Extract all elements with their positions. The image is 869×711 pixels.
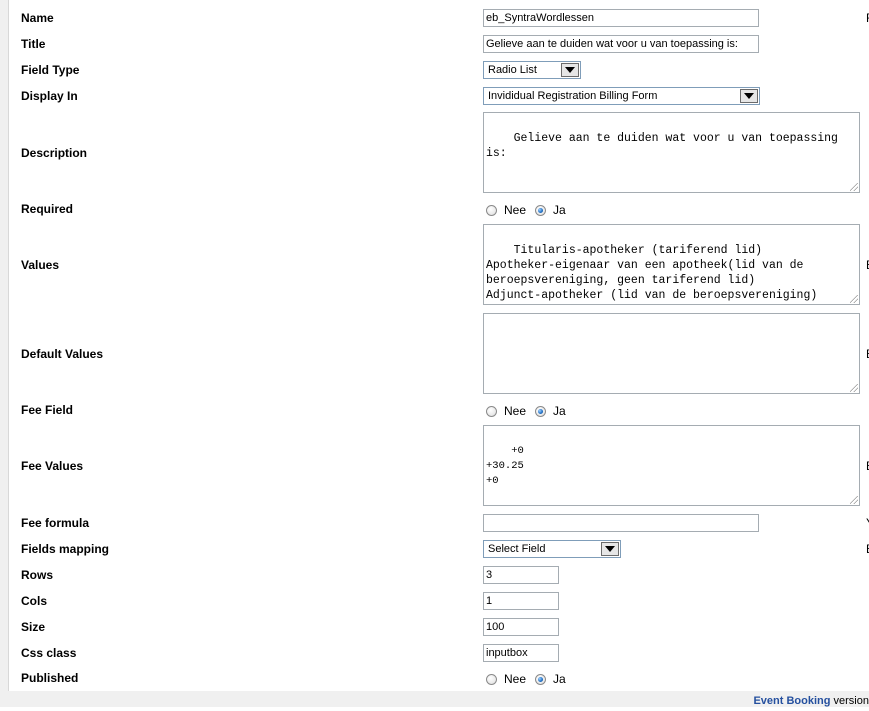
row-published: Published Nee Ja <box>18 670 869 688</box>
row-fee-field: Fee Field Nee Ja <box>18 402 869 420</box>
row-required: Required Nee Ja <box>18 201 869 219</box>
chevron-down-icon <box>561 63 579 77</box>
row-field-type: Field Type Radio List <box>18 61 869 79</box>
row-description: Description Gelieve aan te duiden wat vo… <box>18 112 869 193</box>
left-border <box>0 0 9 707</box>
display-in-select[interactable]: Invididual Registration Billing Form <box>483 87 760 105</box>
row-cols: Cols <box>18 592 869 610</box>
row-default-values: Default Values <box>18 313 869 394</box>
display-in-label: Display In <box>21 89 78 103</box>
row-fee-values: Fee Values +0 +30.25 +0 <box>18 425 869 506</box>
description-label: Description <box>21 146 88 160</box>
published-yes-radio[interactable] <box>535 673 547 685</box>
resize-grip-icon[interactable] <box>850 295 858 303</box>
chevron-down-icon <box>601 542 619 556</box>
rows-input[interactable] <box>483 566 559 584</box>
field-type-label: Field Type <box>21 63 80 77</box>
footer: Event Booking version <box>8 691 869 707</box>
field-type-value: Radio List <box>488 64 537 76</box>
row-rows: Rows <box>18 566 869 584</box>
row-values: Values Titularis-apotheker (tariferend l… <box>18 224 869 305</box>
rows-label: Rows <box>21 568 54 582</box>
published-radio-group: Nee Ja <box>486 672 575 686</box>
fee-field-yes-radio[interactable] <box>535 405 547 417</box>
required-no-label[interactable]: Nee <box>504 203 526 217</box>
title-label: Title <box>21 37 46 51</box>
default-values-textarea[interactable] <box>483 313 860 394</box>
description-text: Gelieve aan te duiden wat voor u van toe… <box>486 132 845 160</box>
fee-field-label: Fee Field <box>21 403 74 417</box>
cols-label: Cols <box>21 594 48 608</box>
fields-mapping-select[interactable]: Select Field <box>483 540 621 558</box>
resize-grip-icon[interactable] <box>850 496 858 504</box>
field-type-select[interactable]: Radio List <box>483 61 581 79</box>
fee-field-no-label[interactable]: Nee <box>504 404 526 418</box>
resize-grip-icon[interactable] <box>850 384 858 392</box>
fee-field-yes-label[interactable]: Ja <box>553 404 566 418</box>
required-yes-radio[interactable] <box>535 204 547 216</box>
default-values-label: Default Values <box>21 347 104 361</box>
values-label: Values <box>21 258 60 272</box>
row-display-in: Display In Invididual Registration Billi… <box>18 87 869 105</box>
description-textarea[interactable]: Gelieve aan te duiden wat voor u van toe… <box>483 112 860 193</box>
row-css-class: Css class <box>18 644 869 662</box>
resize-grip-icon[interactable] <box>850 183 858 191</box>
fee-values-label: Fee Values <box>21 459 84 473</box>
fee-values-text: +0 +30.25 +0 <box>486 445 524 487</box>
title-input[interactable] <box>483 35 759 53</box>
fee-field-radio-group: Nee Ja <box>486 404 575 418</box>
cols-input[interactable] <box>483 592 559 610</box>
css-class-input[interactable] <box>483 644 559 662</box>
published-no-label[interactable]: Nee <box>504 672 526 686</box>
values-text: Titularis-apotheker (tariferend lid) Apo… <box>486 244 818 302</box>
required-no-radio[interactable] <box>486 204 497 216</box>
fields-mapping-value: Select Field <box>488 543 546 555</box>
fee-field-no-radio[interactable] <box>486 405 497 417</box>
published-no-radio[interactable] <box>486 673 497 685</box>
css-class-label: Css class <box>21 646 77 660</box>
fee-values-textarea[interactable]: +0 +30.25 +0 <box>483 425 860 506</box>
fields-mapping-label: Fields mapping <box>21 542 110 556</box>
name-label: Name <box>21 11 54 25</box>
row-size: Size <box>18 618 869 636</box>
published-label: Published <box>21 671 79 685</box>
size-label: Size <box>21 620 46 634</box>
fee-formula-input[interactable] <box>483 514 759 532</box>
footer-version-text: version <box>830 695 869 707</box>
row-fields-mapping: Fields mapping Select Field <box>18 540 869 558</box>
chevron-down-icon <box>740 89 758 103</box>
published-yes-label[interactable]: Ja <box>553 672 566 686</box>
row-fee-formula: Fee formula <box>18 514 869 532</box>
size-input[interactable] <box>483 618 559 636</box>
fee-formula-label: Fee formula <box>21 516 90 530</box>
name-input[interactable] <box>483 9 759 27</box>
row-title: Title <box>18 35 869 53</box>
required-label: Required <box>21 202 74 216</box>
required-yes-label[interactable]: Ja <box>553 203 566 217</box>
required-radio-group: Nee Ja <box>486 203 575 217</box>
footer-brand-link[interactable]: Event Booking <box>753 695 830 707</box>
display-in-value: Invididual Registration Billing Form <box>488 90 658 102</box>
row-name: Name <box>18 9 869 27</box>
values-textarea[interactable]: Titularis-apotheker (tariferend lid) Apo… <box>483 224 860 305</box>
